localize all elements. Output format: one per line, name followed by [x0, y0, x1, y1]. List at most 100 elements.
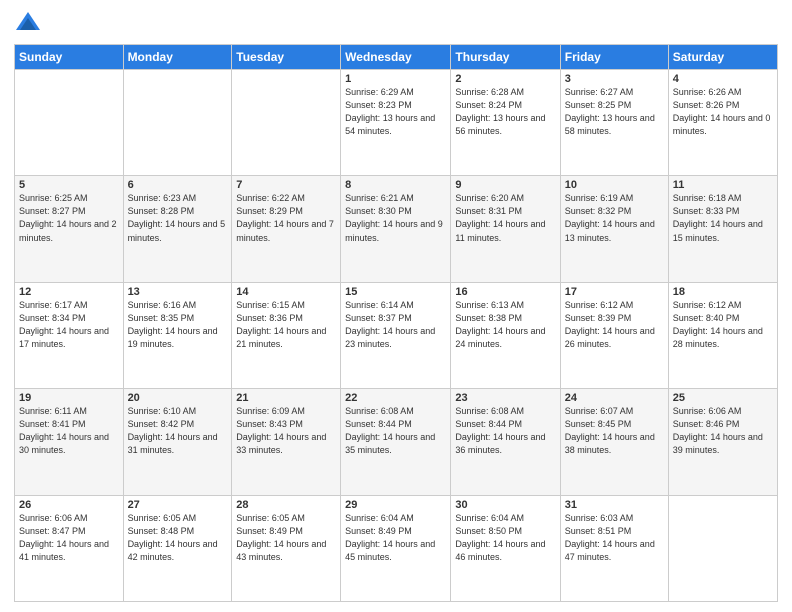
day-info: Sunrise: 6:18 AMSunset: 8:33 PMDaylight:… [673, 192, 773, 244]
col-tuesday: Tuesday [232, 45, 341, 70]
day-info: Sunrise: 6:09 AMSunset: 8:43 PMDaylight:… [236, 405, 336, 457]
day-number: 26 [19, 499, 119, 511]
day-info: Sunrise: 6:20 AMSunset: 8:31 PMDaylight:… [455, 192, 555, 244]
table-row: 25Sunrise: 6:06 AMSunset: 8:46 PMDayligh… [668, 389, 777, 495]
day-number: 30 [455, 499, 555, 511]
day-info: Sunrise: 6:04 AMSunset: 8:50 PMDaylight:… [455, 512, 555, 564]
calendar-table: Sunday Monday Tuesday Wednesday Thursday… [14, 44, 778, 602]
table-row: 13Sunrise: 6:16 AMSunset: 8:35 PMDayligh… [123, 282, 232, 388]
table-row [232, 70, 341, 176]
table-row: 5Sunrise: 6:25 AMSunset: 8:27 PMDaylight… [15, 176, 124, 282]
table-row [15, 70, 124, 176]
day-info: Sunrise: 6:26 AMSunset: 8:26 PMDaylight:… [673, 86, 773, 138]
table-row: 2Sunrise: 6:28 AMSunset: 8:24 PMDaylight… [451, 70, 560, 176]
day-info: Sunrise: 6:12 AMSunset: 8:40 PMDaylight:… [673, 299, 773, 351]
table-row: 4Sunrise: 6:26 AMSunset: 8:26 PMDaylight… [668, 70, 777, 176]
day-info: Sunrise: 6:27 AMSunset: 8:25 PMDaylight:… [565, 86, 664, 138]
day-info: Sunrise: 6:08 AMSunset: 8:44 PMDaylight:… [345, 405, 446, 457]
day-info: Sunrise: 6:05 AMSunset: 8:48 PMDaylight:… [128, 512, 228, 564]
day-info: Sunrise: 6:15 AMSunset: 8:36 PMDaylight:… [236, 299, 336, 351]
table-row [668, 495, 777, 601]
table-row: 27Sunrise: 6:05 AMSunset: 8:48 PMDayligh… [123, 495, 232, 601]
col-friday: Friday [560, 45, 668, 70]
table-row: 29Sunrise: 6:04 AMSunset: 8:49 PMDayligh… [341, 495, 451, 601]
day-info: Sunrise: 6:29 AMSunset: 8:23 PMDaylight:… [345, 86, 446, 138]
day-info: Sunrise: 6:14 AMSunset: 8:37 PMDaylight:… [345, 299, 446, 351]
day-info: Sunrise: 6:13 AMSunset: 8:38 PMDaylight:… [455, 299, 555, 351]
calendar-header-row: Sunday Monday Tuesday Wednesday Thursday… [15, 45, 778, 70]
day-info: Sunrise: 6:12 AMSunset: 8:39 PMDaylight:… [565, 299, 664, 351]
day-info: Sunrise: 6:11 AMSunset: 8:41 PMDaylight:… [19, 405, 119, 457]
table-row: 6Sunrise: 6:23 AMSunset: 8:28 PMDaylight… [123, 176, 232, 282]
table-row: 12Sunrise: 6:17 AMSunset: 8:34 PMDayligh… [15, 282, 124, 388]
day-number: 1 [345, 73, 446, 85]
calendar-week-row: 26Sunrise: 6:06 AMSunset: 8:47 PMDayligh… [15, 495, 778, 601]
table-row: 23Sunrise: 6:08 AMSunset: 8:44 PMDayligh… [451, 389, 560, 495]
day-number: 23 [455, 392, 555, 404]
table-row: 31Sunrise: 6:03 AMSunset: 8:51 PMDayligh… [560, 495, 668, 601]
table-row: 30Sunrise: 6:04 AMSunset: 8:50 PMDayligh… [451, 495, 560, 601]
table-row: 16Sunrise: 6:13 AMSunset: 8:38 PMDayligh… [451, 282, 560, 388]
day-number: 7 [236, 179, 336, 191]
day-info: Sunrise: 6:03 AMSunset: 8:51 PMDaylight:… [565, 512, 664, 564]
table-row: 10Sunrise: 6:19 AMSunset: 8:32 PMDayligh… [560, 176, 668, 282]
col-monday: Monday [123, 45, 232, 70]
table-row: 9Sunrise: 6:20 AMSunset: 8:31 PMDaylight… [451, 176, 560, 282]
day-number: 11 [673, 179, 773, 191]
day-number: 17 [565, 286, 664, 298]
day-info: Sunrise: 6:25 AMSunset: 8:27 PMDaylight:… [19, 192, 119, 244]
table-row: 19Sunrise: 6:11 AMSunset: 8:41 PMDayligh… [15, 389, 124, 495]
day-number: 19 [19, 392, 119, 404]
logo [14, 10, 46, 38]
day-number: 5 [19, 179, 119, 191]
day-number: 21 [236, 392, 336, 404]
table-row [123, 70, 232, 176]
calendar-week-row: 19Sunrise: 6:11 AMSunset: 8:41 PMDayligh… [15, 389, 778, 495]
logo-icon [14, 10, 42, 38]
table-row: 26Sunrise: 6:06 AMSunset: 8:47 PMDayligh… [15, 495, 124, 601]
day-number: 12 [19, 286, 119, 298]
day-number: 2 [455, 73, 555, 85]
day-number: 20 [128, 392, 228, 404]
day-info: Sunrise: 6:06 AMSunset: 8:46 PMDaylight:… [673, 405, 773, 457]
day-number: 13 [128, 286, 228, 298]
table-row: 3Sunrise: 6:27 AMSunset: 8:25 PMDaylight… [560, 70, 668, 176]
day-info: Sunrise: 6:04 AMSunset: 8:49 PMDaylight:… [345, 512, 446, 564]
day-info: Sunrise: 6:10 AMSunset: 8:42 PMDaylight:… [128, 405, 228, 457]
day-number: 31 [565, 499, 664, 511]
table-row: 8Sunrise: 6:21 AMSunset: 8:30 PMDaylight… [341, 176, 451, 282]
calendar-week-row: 5Sunrise: 6:25 AMSunset: 8:27 PMDaylight… [15, 176, 778, 282]
day-info: Sunrise: 6:28 AMSunset: 8:24 PMDaylight:… [455, 86, 555, 138]
calendar-week-row: 12Sunrise: 6:17 AMSunset: 8:34 PMDayligh… [15, 282, 778, 388]
table-row: 11Sunrise: 6:18 AMSunset: 8:33 PMDayligh… [668, 176, 777, 282]
day-number: 4 [673, 73, 773, 85]
day-number: 10 [565, 179, 664, 191]
table-row: 28Sunrise: 6:05 AMSunset: 8:49 PMDayligh… [232, 495, 341, 601]
day-info: Sunrise: 6:06 AMSunset: 8:47 PMDaylight:… [19, 512, 119, 564]
table-row: 22Sunrise: 6:08 AMSunset: 8:44 PMDayligh… [341, 389, 451, 495]
day-number: 22 [345, 392, 446, 404]
day-number: 15 [345, 286, 446, 298]
day-info: Sunrise: 6:19 AMSunset: 8:32 PMDaylight:… [565, 192, 664, 244]
day-number: 27 [128, 499, 228, 511]
table-row: 21Sunrise: 6:09 AMSunset: 8:43 PMDayligh… [232, 389, 341, 495]
day-info: Sunrise: 6:23 AMSunset: 8:28 PMDaylight:… [128, 192, 228, 244]
table-row: 7Sunrise: 6:22 AMSunset: 8:29 PMDaylight… [232, 176, 341, 282]
day-number: 24 [565, 392, 664, 404]
day-info: Sunrise: 6:21 AMSunset: 8:30 PMDaylight:… [345, 192, 446, 244]
day-number: 8 [345, 179, 446, 191]
day-number: 29 [345, 499, 446, 511]
day-number: 28 [236, 499, 336, 511]
col-sunday: Sunday [15, 45, 124, 70]
table-row: 14Sunrise: 6:15 AMSunset: 8:36 PMDayligh… [232, 282, 341, 388]
day-info: Sunrise: 6:16 AMSunset: 8:35 PMDaylight:… [128, 299, 228, 351]
table-row: 20Sunrise: 6:10 AMSunset: 8:42 PMDayligh… [123, 389, 232, 495]
col-saturday: Saturday [668, 45, 777, 70]
page: Sunday Monday Tuesday Wednesday Thursday… [0, 0, 792, 612]
day-number: 18 [673, 286, 773, 298]
day-number: 3 [565, 73, 664, 85]
table-row: 24Sunrise: 6:07 AMSunset: 8:45 PMDayligh… [560, 389, 668, 495]
table-row: 18Sunrise: 6:12 AMSunset: 8:40 PMDayligh… [668, 282, 777, 388]
table-row: 1Sunrise: 6:29 AMSunset: 8:23 PMDaylight… [341, 70, 451, 176]
day-number: 25 [673, 392, 773, 404]
